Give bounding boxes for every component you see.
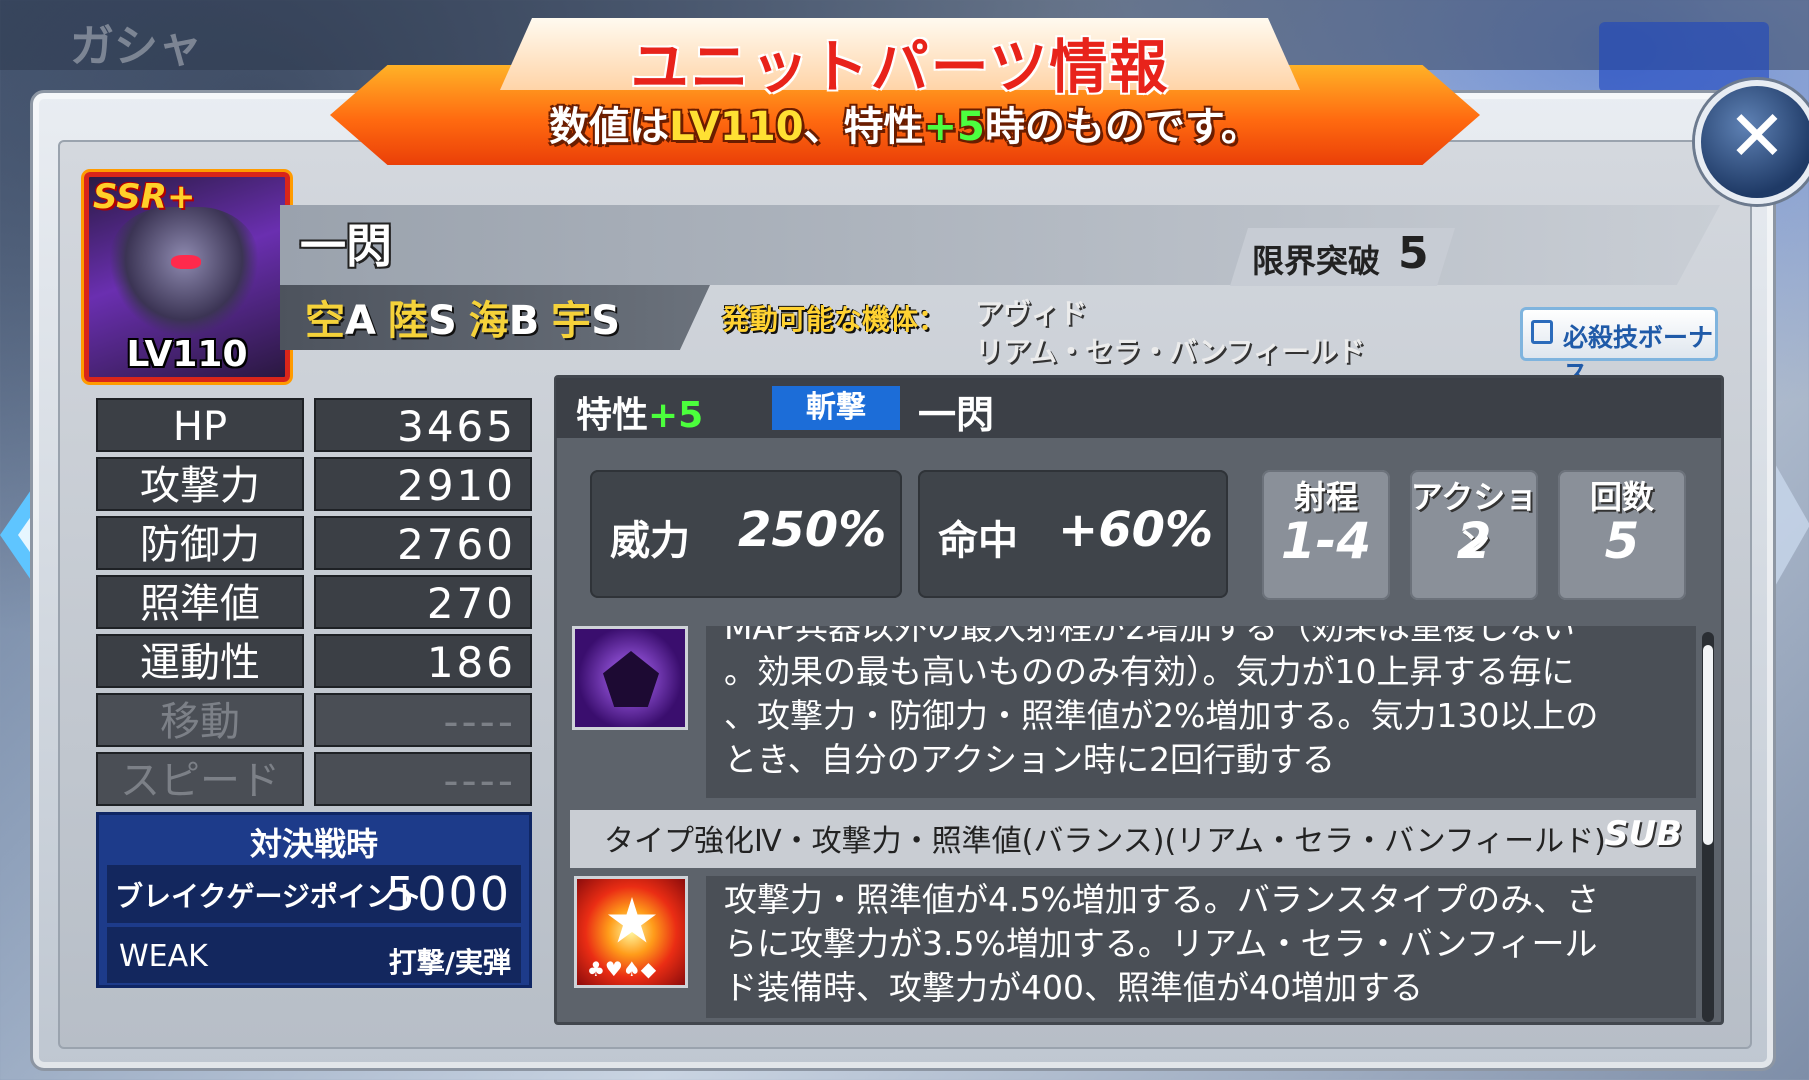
terrain-item: 空A xyxy=(305,298,376,344)
close-button[interactable]: ✕ xyxy=(1695,80,1809,204)
stat-value: 3465 xyxy=(314,398,532,452)
sub-effect-description: 攻撃力・照準値が4.5%増加する。バランスタイプのみ、さ らに攻撃力が3.5%増… xyxy=(706,876,1696,1018)
stat-value: 270 xyxy=(314,575,532,629)
terrain-item: 宇S xyxy=(551,298,621,344)
stat-label: 移動 xyxy=(96,693,304,747)
rarity-badge: SSR+ xyxy=(93,177,196,217)
battle-box: 対決戦時 ブレイクゲージポイント 5000 WEAK 打撃/実弾 xyxy=(96,812,532,988)
accuracy-box: 命中 +60% xyxy=(918,470,1228,598)
stat-row: 運動性 186 xyxy=(96,634,536,688)
background-gacha-label: ガシャ xyxy=(70,21,202,72)
name-strip xyxy=(280,205,1720,285)
subtitle-plus: +5 xyxy=(923,104,985,150)
stat-value: 2760 xyxy=(314,516,532,570)
skill-icon xyxy=(572,626,688,730)
subtitle-mid: 、特性 xyxy=(803,104,924,150)
effect-line: 攻撃力・照準値が4.5%増加する。バランスタイプのみ、さ xyxy=(724,880,1600,919)
mech-silhouette-icon xyxy=(603,651,659,707)
accuracy-value: +60% xyxy=(1058,502,1214,558)
sub-skill-icon: ♣♥♠◆ xyxy=(574,876,688,988)
skill-name: 一閃 xyxy=(918,393,995,437)
effect-line: ド装備時、攻撃力が400、照準値が40増加する xyxy=(724,968,1423,1007)
copy-icon xyxy=(1531,320,1553,344)
range-value: 1-4 xyxy=(1280,512,1372,570)
stat-row: 防御力 2760 xyxy=(96,516,536,570)
terrain-ranks: 空A 陸S 海B 宇S xyxy=(305,288,620,346)
sub-tag: SUB xyxy=(1604,814,1683,854)
stats-table: HP 3465 攻撃力 2910 防御力 2760 照準値 270 運動性 186 移動 -… xyxy=(96,398,536,811)
weak-value: 打撃/実弾 xyxy=(388,946,511,979)
scrollbar-thumb[interactable] xyxy=(1703,645,1713,845)
stat-value: ---- xyxy=(314,752,532,806)
effect-line: らに攻撃力が3.5%増加する。リアム・セラ・バンフィール xyxy=(724,924,1598,963)
break-gauge-value: 5000 xyxy=(385,867,511,921)
dialog-subtitle: 数値はLV110、特性+5時のものです。 xyxy=(330,94,1480,152)
stat-label: 照準値 xyxy=(96,575,304,629)
power-box: 威力 250% xyxy=(590,470,902,598)
weak-label: WEAK xyxy=(119,939,208,974)
stat-row: 攻撃力 2910 xyxy=(96,457,536,511)
limit-break-value: 5 xyxy=(1398,228,1429,279)
part-card[interactable]: SSR+ LV110 xyxy=(84,172,290,382)
count-value: 5 xyxy=(1604,512,1640,570)
mech-portrait-icon xyxy=(109,207,259,337)
compatible-unit: アヴィド xyxy=(975,297,1088,330)
burst-star-icon xyxy=(608,897,656,943)
stat-row: HP 3465 xyxy=(96,398,536,452)
trait-label: 特性+5 xyxy=(576,395,704,436)
stat-row: スピード ---- xyxy=(96,752,536,806)
stat-value: ---- xyxy=(314,693,532,747)
count-box: 回数 5 xyxy=(1558,470,1686,600)
attack-type-tag: 斬撃 xyxy=(772,386,900,430)
stat-label: 運動性 xyxy=(96,634,304,688)
accuracy-label: 命中 xyxy=(938,518,1018,564)
stat-value: 186 xyxy=(314,634,532,688)
subtitle-level: LV110 xyxy=(669,104,804,150)
compatible-unit: リアム・セラ・バンフィールド xyxy=(975,335,1366,368)
stat-label: 防御力 xyxy=(96,516,304,570)
card-level: LV110 xyxy=(126,334,248,375)
trait-bar xyxy=(556,378,1721,438)
effect-line: MAP兵器以外の最大射程が2増加する（効果は重複しない xyxy=(724,626,1575,647)
break-gauge-label: ブレイクゲージポイント xyxy=(115,880,422,913)
subtitle-prefix: 数値は xyxy=(549,104,670,150)
terrain-item: 陸S xyxy=(387,298,457,344)
effect-line: 、攻撃力・防御力・照準値が2%増加する。気力130以上の xyxy=(724,696,1599,735)
stat-value: 2910 xyxy=(314,457,532,511)
part-name: 一閃 xyxy=(300,219,392,273)
subtitle-suffix: 時のものです。 xyxy=(984,104,1261,150)
trait-plus: +5 xyxy=(648,395,704,436)
effect-line: とき、自分のアクション時に2回行動する xyxy=(724,740,1336,779)
stat-label: スピード xyxy=(96,752,304,806)
sub-skill-title: タイプ強化Ⅳ・攻撃力・照準値(バランス)(リアム・セラ・バンフィールド) xyxy=(604,824,1606,859)
action-box: アクション 2 xyxy=(1410,470,1538,600)
compatible-units-label: 発動可能な機体： xyxy=(722,303,947,336)
stat-label: HP xyxy=(96,398,304,452)
weak-row: WEAK 打撃/実弾 xyxy=(107,927,521,983)
effect-line: 。効果の最も高いもののみ有効）。気力が10上昇する毎に xyxy=(724,652,1575,691)
power-label: 威力 xyxy=(610,518,690,564)
break-gauge-row: ブレイクゲージポイント 5000 xyxy=(107,865,521,923)
stat-label: 攻撃力 xyxy=(96,457,304,511)
type-symbols-icon: ♣♥♠◆ xyxy=(587,957,657,981)
stat-row: 照準値 270 xyxy=(96,575,536,629)
mech-eye-icon xyxy=(171,255,201,269)
close-icon: ✕ xyxy=(1727,95,1787,177)
action-value: 2 xyxy=(1456,512,1492,570)
battle-title: 対決戦時 xyxy=(249,825,378,863)
range-box: 射程 1-4 xyxy=(1262,470,1390,600)
stat-row: 移動 ---- xyxy=(96,693,536,747)
effect-description: MAP兵器以外の最大射程が2増加する（効果は重複しない 。効果の最も高いもののみ… xyxy=(706,626,1696,798)
special-bonus-button[interactable]: 必殺技ボーナス xyxy=(1520,307,1718,388)
dialog-title: ユニットパーツ情報 xyxy=(630,33,1170,101)
power-value: 250% xyxy=(738,502,887,558)
limit-break-label: 限界突破 xyxy=(1252,242,1381,280)
terrain-item: 海B xyxy=(468,298,540,344)
